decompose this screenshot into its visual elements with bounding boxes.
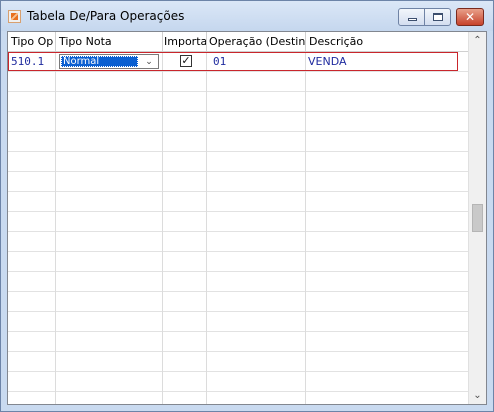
tipo-nota-selected-value: Normal bbox=[61, 56, 138, 67]
chevron-up-icon[interactable]: ⌃ bbox=[469, 32, 486, 49]
column-header-descricao[interactable]: Descrição bbox=[306, 32, 468, 51]
cell-tipo-op[interactable]: 510.1 bbox=[9, 53, 56, 70]
chevron-down-icon[interactable]: ⌄ bbox=[469, 387, 486, 404]
maximize-icon bbox=[433, 13, 443, 21]
tipo-nota-dropdown[interactable]: Normal ⌄ bbox=[59, 54, 159, 69]
window-title: Tabela De/Para Operações bbox=[27, 9, 185, 23]
cell-operacao-destino[interactable]: 01 bbox=[207, 53, 306, 70]
vertical-scrollbar[interactable]: ⌃ ⌄ bbox=[468, 32, 486, 404]
data-grid: Tipo Op Tipo Nota Importar Operação (Des… bbox=[8, 32, 468, 404]
chevron-down-icon[interactable]: ⌄ bbox=[142, 55, 156, 68]
importar-checkbox[interactable]: ✓ bbox=[180, 55, 192, 67]
table-row[interactable]: 510.1 Normal ⌄ ✓ 01 VENDA bbox=[8, 52, 458, 71]
grid-container: Tipo Op Tipo Nota Importar Operação (Des… bbox=[7, 31, 487, 405]
cell-descricao[interactable]: VENDA bbox=[306, 53, 456, 70]
column-header-tipo-nota[interactable]: Tipo Nota bbox=[56, 32, 163, 51]
column-header-operacao-destino[interactable]: Operação (Destino) bbox=[207, 32, 306, 51]
app-window: Tabela De/Para Operações ✕ Tipo Op Tipo … bbox=[0, 0, 494, 412]
cell-importar: ✓ bbox=[163, 53, 207, 70]
title-bar[interactable]: Tabela De/Para Operações ✕ bbox=[1, 1, 493, 31]
maximize-button[interactable] bbox=[424, 8, 451, 26]
minimize-button[interactable] bbox=[398, 8, 425, 26]
column-header-importar[interactable]: Importar bbox=[163, 32, 207, 51]
minimize-icon bbox=[408, 18, 417, 21]
scrollbar-thumb[interactable] bbox=[472, 204, 483, 232]
close-button[interactable]: ✕ bbox=[456, 8, 484, 26]
close-icon: ✕ bbox=[464, 10, 476, 24]
column-header-tipo-op[interactable]: Tipo Op bbox=[8, 32, 56, 51]
app-logo-icon bbox=[8, 10, 21, 23]
grid-header: Tipo Op Tipo Nota Importar Operação (Des… bbox=[8, 32, 468, 52]
